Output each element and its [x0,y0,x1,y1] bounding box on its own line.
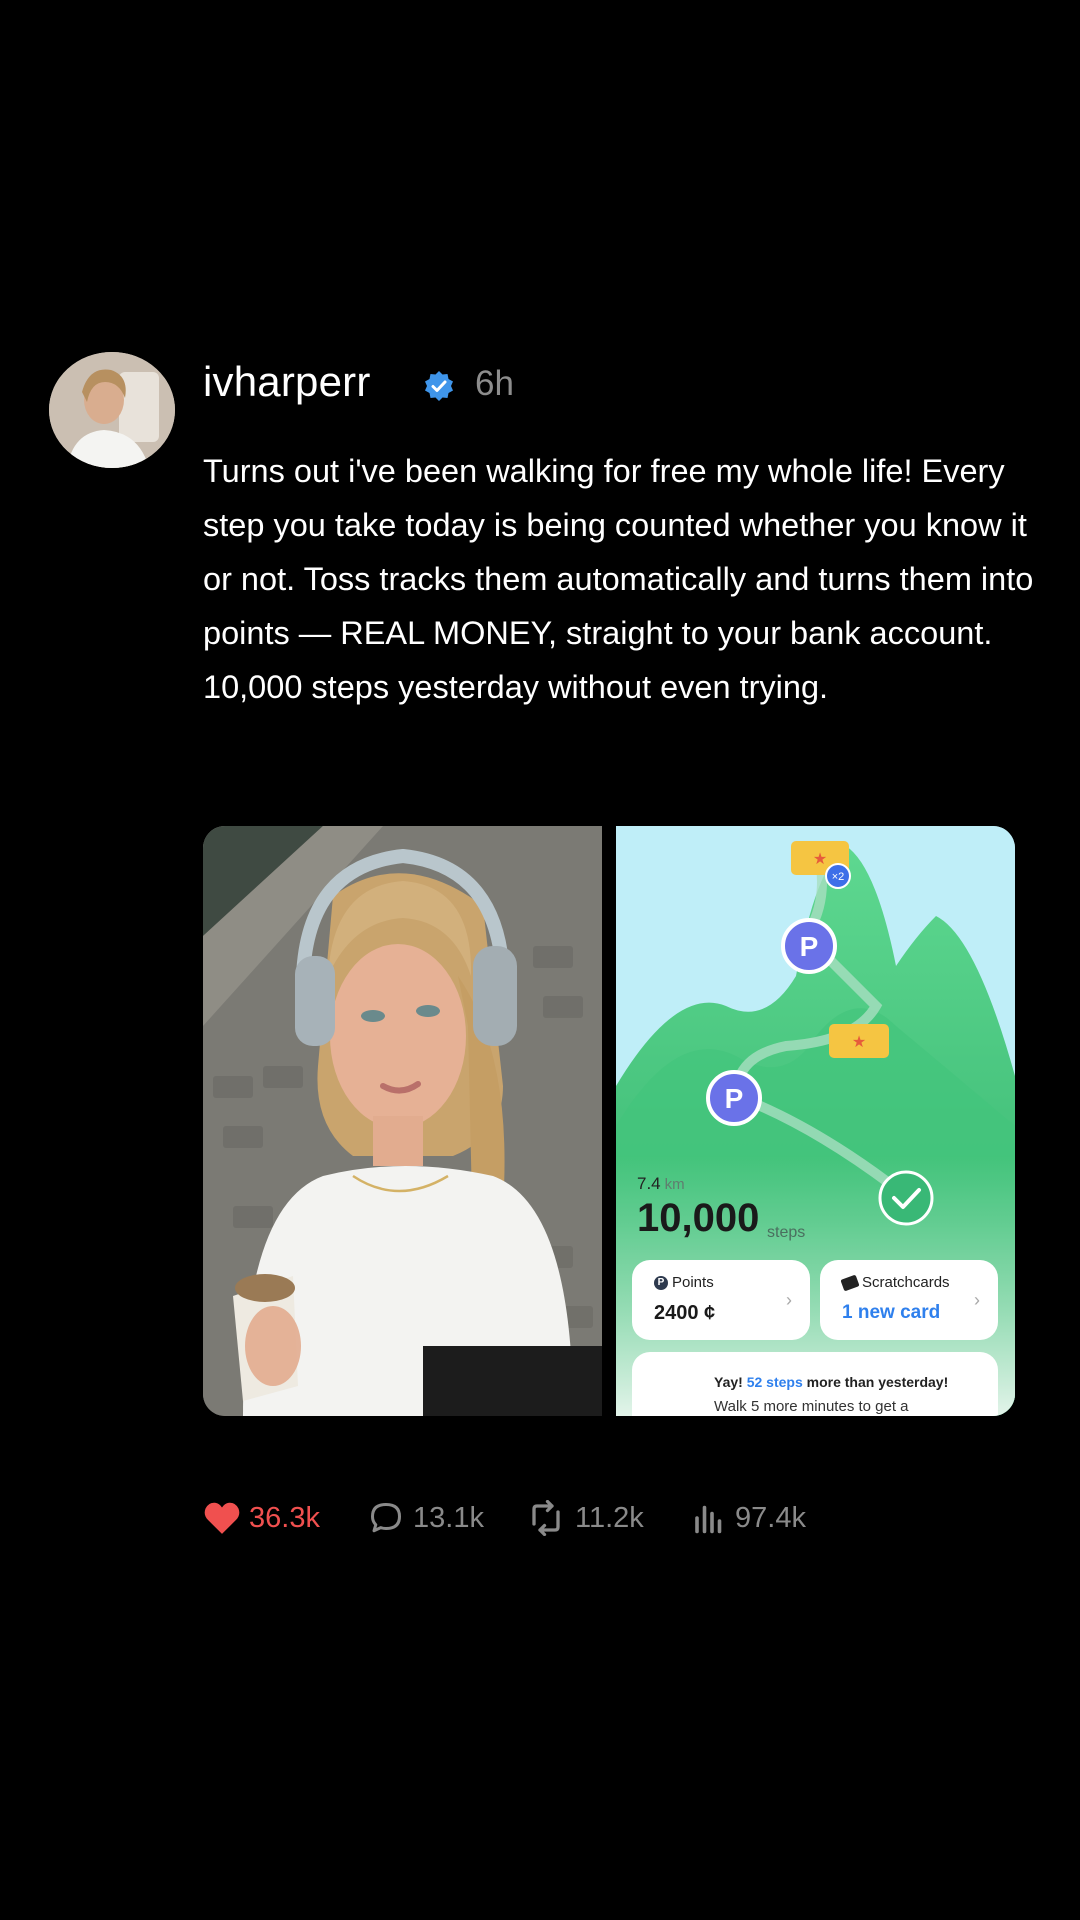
walk-text: Walk 5 more minutes to get a [714,1398,909,1415]
ticket-multiplier: ×2 [832,871,845,883]
points-label: Points [672,1274,714,1291]
post-time: 6h [475,364,514,403]
avatar-image [49,352,175,468]
repost-count: 11.2k [575,1501,644,1534]
bar-chart-icon [695,1505,722,1534]
selfie-photo[interactable] [203,826,602,1416]
comment-icon [371,1503,401,1533]
like-button[interactable]: 36.3k [203,1496,320,1540]
points-coin-icon: P [654,1276,668,1291]
scratch-value: 1 new card [842,1302,941,1323]
action-bar: 36.3k 13.1k 11.2k 97.4k [203,1496,1003,1540]
scratch-label: Scratchcards [862,1274,950,1291]
post: ivharperr 6h Turns out i've been walking… [0,0,1080,1920]
points-card-label: P Points [654,1274,714,1291]
scratchcards-card[interactable]: Scratchcards 1 new card › [820,1260,998,1340]
media-gallery[interactable]: ★ ×2 P ★ P 7.4 km 10,000 steps P Points 24… [203,826,1015,1416]
repost-icon [532,1500,560,1536]
chevron-right-icon: › [786,1290,792,1310]
progress-message-card[interactable]: 😊 Yay! 52 steps more than yesterday! Wal… [632,1352,998,1416]
avatar[interactable] [49,352,175,468]
heart-icon [204,1502,240,1534]
step-tracker-app-screenshot[interactable]: ★ ×2 P ★ P 7.4 km 10,000 steps P Points 24… [616,826,1015,1416]
yay-prefix: Yay! [714,1374,743,1390]
distance-value: 7.4 [637,1174,661,1193]
points-card[interactable]: P Points 2400 ¢ › [632,1260,810,1340]
post-text: Turns out i've been walking for free my … [203,453,1034,705]
ticket-mini-icon [840,1274,860,1292]
check-icon [878,1170,934,1226]
smiling-face-icon: 😊 [654,1387,690,1416]
svg-text:★: ★ [852,1034,866,1051]
username[interactable]: ivharperr [203,358,371,406]
marker-letter: P [800,931,819,962]
marker-letter-2: P [725,1083,744,1114]
repost-button[interactable]: 11.2k [525,1496,644,1540]
steps-unit: steps [767,1224,806,1241]
yay-line: Yay! 52 steps more than yesterday! [714,1374,948,1390]
svg-text:★: ★ [813,851,827,868]
points-value: 2400 ¢ [654,1302,716,1324]
distance-unit: km [664,1176,685,1193]
steps-count: 10,000 [637,1196,760,1240]
distance-readout: 7.4 km [637,1174,685,1194]
views-count: 97.4k [735,1501,806,1534]
views-button[interactable]: 97.4k [691,1496,806,1540]
reply-count: 13.1k [413,1501,484,1534]
like-count: 36.3k [249,1501,320,1534]
verified-badge-icon [425,371,453,401]
reply-button[interactable]: 13.1k [367,1496,484,1540]
selfie-illustration [203,826,602,1416]
scratchcards-card-label: Scratchcards [840,1274,950,1292]
chevron-right-icon: › [974,1290,980,1310]
yay-highlight: 52 steps [746,1374,803,1390]
yay-suffix: more than yesterday! [806,1374,949,1390]
